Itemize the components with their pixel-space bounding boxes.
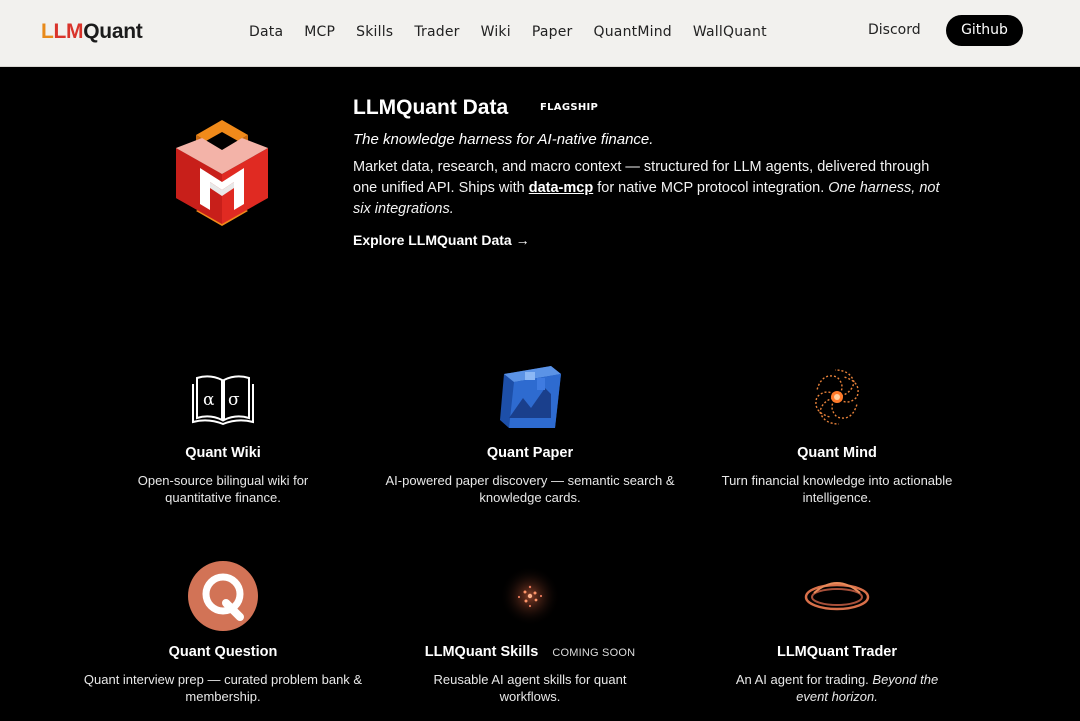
card-title: Quant Paper bbox=[486, 445, 574, 461]
explore-llmquant-data-link[interactable]: Explore LLMQuant Data → bbox=[353, 232, 530, 248]
svg-text:α: α bbox=[203, 390, 215, 410]
card-title: LLMQuant Skills COMING SOON bbox=[380, 644, 680, 660]
card-title: Quant Mind bbox=[797, 445, 877, 461]
nav-data[interactable]: Data bbox=[249, 24, 283, 40]
data-mcp-link[interactable]: data-mcp bbox=[529, 180, 593, 196]
hero-description: Market data, research, and macro context… bbox=[353, 157, 943, 220]
llmquant-data-logo-icon bbox=[172, 118, 272, 228]
card-text: Quant interview prep — curated problem b… bbox=[83, 672, 363, 704]
paper-cube-icon bbox=[495, 362, 565, 432]
nav-mcp[interactable]: MCP bbox=[304, 24, 335, 40]
hero-title: LLMQuant Data bbox=[353, 96, 509, 119]
spiral-galaxy-icon bbox=[802, 362, 872, 432]
open-book-icon: α σ bbox=[188, 362, 258, 432]
nav-wallquant[interactable]: WallQuant bbox=[693, 24, 767, 40]
discord-link[interactable]: Discord bbox=[868, 22, 921, 38]
card-text: Reusable AI agent skills for quant workf… bbox=[433, 672, 627, 704]
svg-text:σ: σ bbox=[228, 390, 240, 410]
nav-skills[interactable]: Skills bbox=[356, 24, 393, 40]
card-title-text: LLMQuant Skills bbox=[424, 644, 539, 660]
glow-particles-icon bbox=[495, 561, 565, 631]
logo-part-2: LM bbox=[53, 20, 84, 43]
coming-soon-badge: COMING SOON bbox=[552, 647, 636, 659]
card-text-plain: An AI agent for trading. bbox=[735, 672, 873, 687]
card-title: Quant Question bbox=[168, 644, 278, 660]
github-button[interactable]: Github bbox=[946, 15, 1023, 46]
nav-wiki[interactable]: Wiki bbox=[481, 24, 511, 40]
logo-part-1: L bbox=[41, 20, 54, 43]
black-hole-icon bbox=[802, 561, 872, 631]
nav-trader[interactable]: Trader bbox=[414, 24, 459, 40]
card-title: LLMQuant Trader bbox=[776, 644, 898, 660]
nav-quantmind[interactable]: QuantMind bbox=[594, 24, 672, 40]
card-text: Open-source bilingual wiki for quantitat… bbox=[137, 473, 309, 505]
logo-part-3: Quant bbox=[83, 20, 143, 43]
desc-text-after: for native MCP protocol integration. bbox=[593, 180, 829, 196]
nav-paper[interactable]: Paper bbox=[532, 24, 573, 40]
card-text: An AI agent for trading. Beyond the even… bbox=[722, 671, 952, 705]
main-nav: Data MCP Skills Trader Wiki Paper QuantM… bbox=[249, 24, 767, 40]
card-title: Quant Wiki bbox=[185, 445, 261, 461]
card-text: AI-powered paper discovery — semantic se… bbox=[385, 473, 675, 505]
hero-tagline: The knowledge harness for AI-native fina… bbox=[353, 131, 654, 148]
top-nav-bar: LLMQuant Data MCP Skills Trader Wiki Pap… bbox=[0, 0, 1080, 67]
q-circle-icon bbox=[188, 561, 258, 631]
card-text: Turn financial knowledge into actionable… bbox=[721, 473, 953, 505]
llmquant-logo[interactable]: LLMQuant bbox=[41, 20, 143, 44]
flagship-badge: FLAGSHIP bbox=[540, 102, 599, 113]
